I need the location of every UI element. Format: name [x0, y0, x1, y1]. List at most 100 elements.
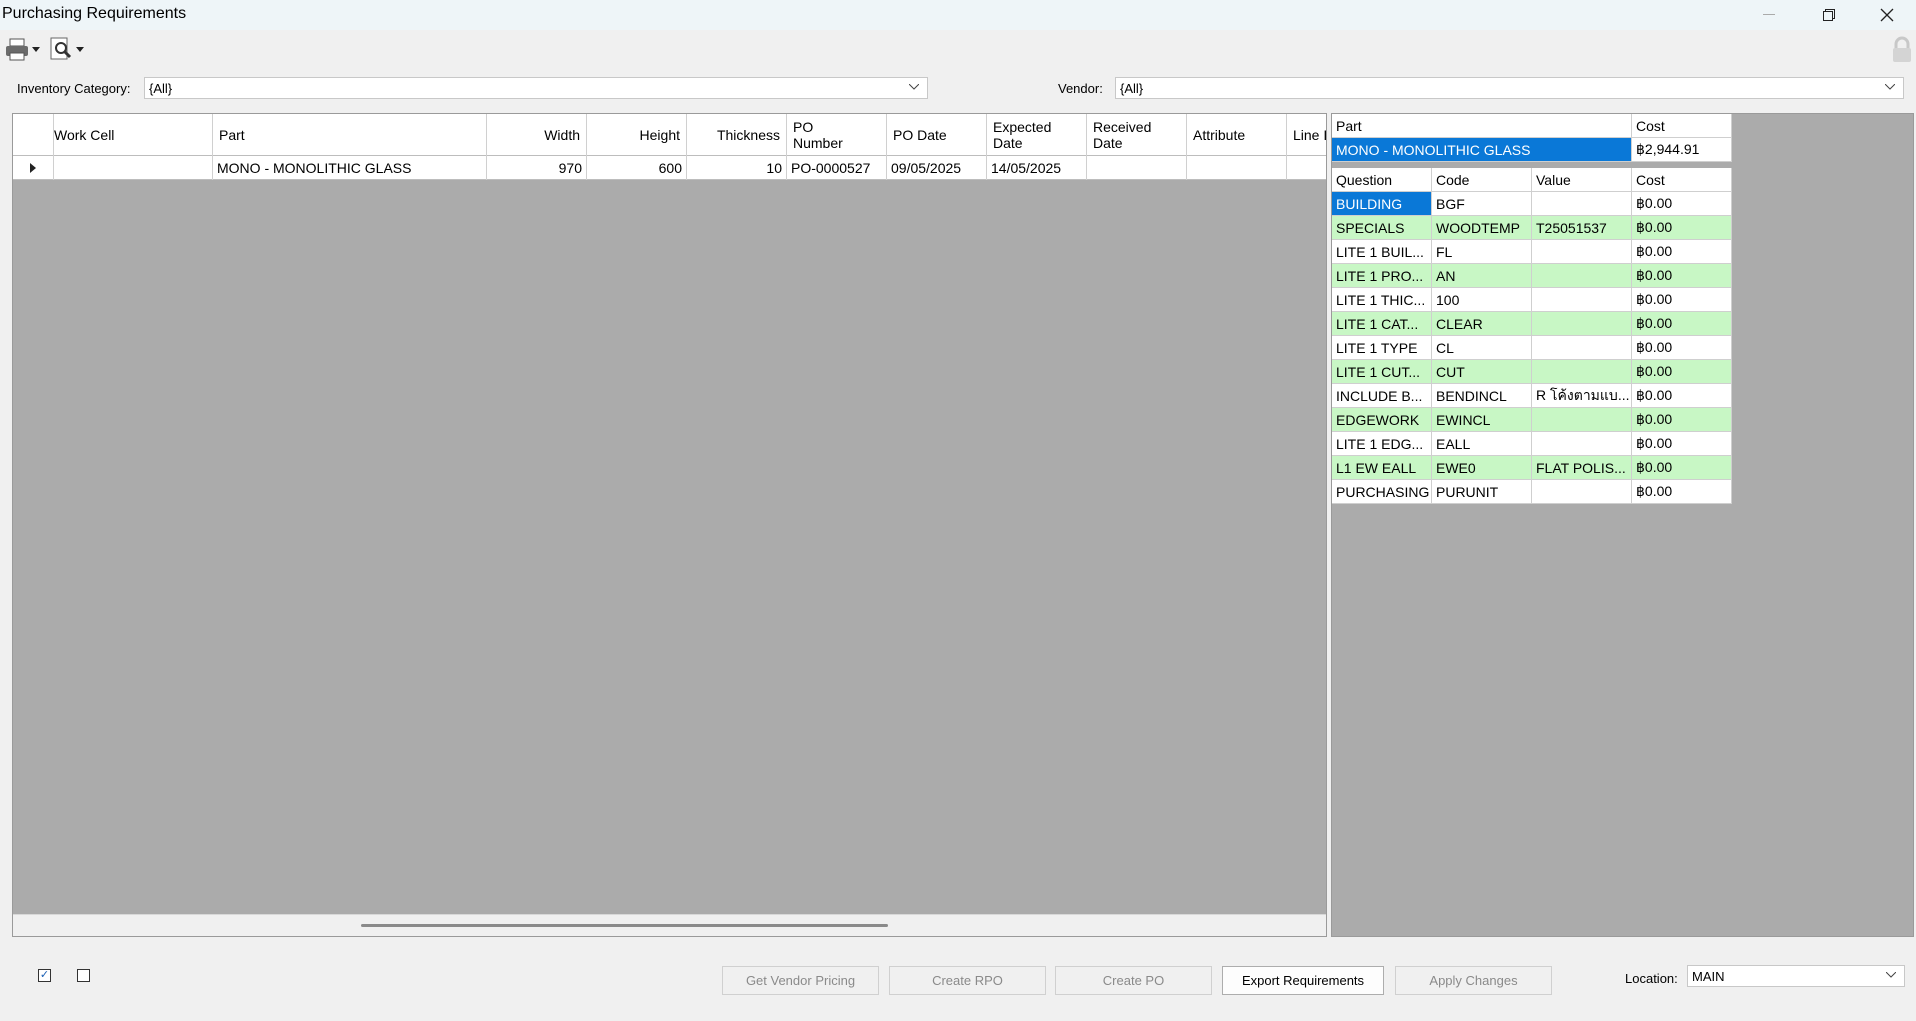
option-value[interactable]: [1532, 432, 1632, 456]
option-question[interactable]: LITE 1 CAT...: [1332, 312, 1432, 336]
column-thickness[interactable]: Thickness: [687, 114, 787, 156]
scrollbar-thumb[interactable]: [361, 924, 888, 927]
option-code[interactable]: EALL: [1432, 432, 1532, 456]
option-question[interactable]: LITE 1 TYPE: [1332, 336, 1432, 360]
location-select[interactable]: MAIN: [1687, 965, 1905, 987]
option-value[interactable]: [1532, 408, 1632, 432]
apply-changes-button[interactable]: Apply Changes: [1395, 966, 1552, 995]
option-code[interactable]: FL: [1432, 240, 1532, 264]
close-icon: [1880, 8, 1894, 22]
column-received-date[interactable]: Received Date: [1087, 114, 1187, 156]
option-question[interactable]: LITE 1 THIC...: [1332, 288, 1432, 312]
cell-attribute[interactable]: [1187, 156, 1287, 180]
option-value[interactable]: [1532, 312, 1632, 336]
inventory-category-select[interactable]: {All}: [144, 77, 928, 99]
option-cost[interactable]: ฿0.00: [1632, 432, 1732, 456]
cell-po-number[interactable]: PO-0000527: [787, 156, 887, 180]
option-value[interactable]: [1532, 288, 1632, 312]
column-line[interactable]: Line I: [1287, 114, 1326, 156]
option-code[interactable]: CUT: [1432, 360, 1532, 384]
option-value[interactable]: [1532, 336, 1632, 360]
column-po-number[interactable]: PO Number: [787, 114, 887, 156]
minimize-button[interactable]: [1746, 0, 1792, 30]
restore-button[interactable]: [1806, 0, 1852, 30]
requirements-grid[interactable]: Work Cell Part Width Height Thickness PO…: [12, 113, 1327, 937]
option-question[interactable]: PURCHASING: [1332, 480, 1432, 504]
horizontal-scrollbar[interactable]: [13, 914, 1326, 936]
cell-width[interactable]: 970: [487, 156, 587, 180]
option-value[interactable]: [1532, 240, 1632, 264]
cell-line[interactable]: [1287, 156, 1326, 180]
option-value[interactable]: R โค้งตามแบ...: [1532, 384, 1632, 408]
option-value[interactable]: [1532, 480, 1632, 504]
option-question[interactable]: INCLUDE B...: [1332, 384, 1432, 408]
cell-height[interactable]: 600: [587, 156, 687, 180]
option-question[interactable]: SPECIALS: [1332, 216, 1432, 240]
options-panel: Part Cost MONO - MONOLITHIC GLASS ฿2,944…: [1331, 113, 1914, 937]
option-cost[interactable]: ฿0.00: [1632, 408, 1732, 432]
option-question[interactable]: BUILDING: [1332, 192, 1432, 216]
cell-work-cell[interactable]: [54, 156, 213, 180]
option-question[interactable]: L1 EW EALL: [1332, 456, 1432, 480]
option-cost[interactable]: ฿0.00: [1632, 480, 1732, 504]
vendor-select[interactable]: {All}: [1115, 77, 1904, 99]
unchecked-checkbox[interactable]: [77, 969, 90, 982]
option-question[interactable]: EDGEWORK: [1332, 408, 1432, 432]
option-cost[interactable]: ฿0.00: [1632, 192, 1732, 216]
row-selector[interactable]: [13, 156, 54, 180]
get-vendor-pricing-button[interactable]: Get Vendor Pricing: [722, 966, 879, 995]
part-summary-cost[interactable]: ฿2,944.91: [1632, 138, 1732, 162]
column-work-cell[interactable]: Work Cell: [54, 114, 213, 156]
option-cost[interactable]: ฿0.00: [1632, 312, 1732, 336]
create-po-button[interactable]: Create PO: [1055, 966, 1212, 995]
option-question[interactable]: LITE 1 EDG...: [1332, 432, 1432, 456]
cell-po-date[interactable]: 09/05/2025: [887, 156, 987, 180]
option-code[interactable]: BGF: [1432, 192, 1532, 216]
cell-thickness[interactable]: 10: [687, 156, 787, 180]
cell-received-date[interactable]: [1087, 156, 1187, 180]
close-button[interactable]: [1864, 0, 1910, 30]
option-cost[interactable]: ฿0.00: [1632, 288, 1732, 312]
option-cost[interactable]: ฿0.00: [1632, 336, 1732, 360]
option-value[interactable]: T25051537: [1532, 216, 1632, 240]
option-value[interactable]: [1532, 192, 1632, 216]
column-height[interactable]: Height: [587, 114, 687, 156]
option-question[interactable]: LITE 1 BUIL...: [1332, 240, 1432, 264]
export-requirements-button[interactable]: Export Requirements: [1222, 966, 1384, 995]
print-preview-button[interactable]: [48, 34, 84, 64]
column-attribute[interactable]: Attribute: [1187, 114, 1287, 156]
option-code[interactable]: BENDINCL: [1432, 384, 1532, 408]
option-code[interactable]: CL: [1432, 336, 1532, 360]
option-cost[interactable]: ฿0.00: [1632, 384, 1732, 408]
column-expected-date[interactable]: Expected Date: [987, 114, 1087, 156]
option-value[interactable]: [1532, 360, 1632, 384]
option-cost[interactable]: ฿0.00: [1632, 240, 1732, 264]
location-label: Location:: [1625, 971, 1678, 986]
option-code[interactable]: 100: [1432, 288, 1532, 312]
cell-part[interactable]: MONO - MONOLITHIC GLASS: [213, 156, 487, 180]
table-row[interactable]: MONO - MONOLITHIC GLASS 970 600 10 PO-00…: [13, 156, 1326, 180]
option-question[interactable]: LITE 1 PRO...: [1332, 264, 1432, 288]
inventory-category-value: {All}: [149, 81, 173, 96]
column-part[interactable]: Part: [213, 114, 487, 156]
option-cost[interactable]: ฿0.00: [1632, 264, 1732, 288]
option-code[interactable]: EWE0: [1432, 456, 1532, 480]
column-width[interactable]: Width: [487, 114, 587, 156]
option-cost[interactable]: ฿0.00: [1632, 456, 1732, 480]
option-code[interactable]: WOODTEMP: [1432, 216, 1532, 240]
option-code[interactable]: EWINCL: [1432, 408, 1532, 432]
checked-checkbox[interactable]: ✓: [38, 969, 51, 982]
option-value[interactable]: FLAT POLIS...: [1532, 456, 1632, 480]
option-cost[interactable]: ฿0.00: [1632, 216, 1732, 240]
column-po-date[interactable]: PO Date: [887, 114, 987, 156]
option-cost[interactable]: ฿0.00: [1632, 360, 1732, 384]
part-summary-part[interactable]: MONO - MONOLITHIC GLASS: [1332, 138, 1632, 162]
option-value[interactable]: [1532, 264, 1632, 288]
cell-expected-date[interactable]: 14/05/2025: [987, 156, 1087, 180]
print-button[interactable]: [4, 34, 40, 64]
option-code[interactable]: AN: [1432, 264, 1532, 288]
option-question[interactable]: LITE 1 CUT...: [1332, 360, 1432, 384]
option-code[interactable]: CLEAR: [1432, 312, 1532, 336]
option-code[interactable]: PURUNIT: [1432, 480, 1532, 504]
create-rpo-button[interactable]: Create RPO: [889, 966, 1046, 995]
